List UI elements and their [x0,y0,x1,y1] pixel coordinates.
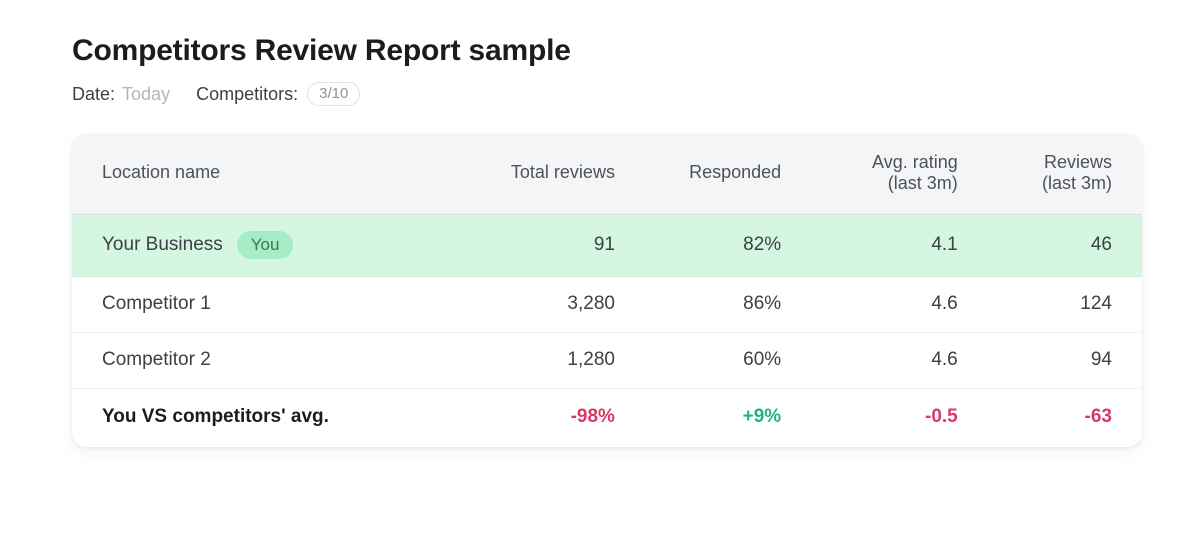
column-header-total-reviews[interactable]: Total reviews [445,133,633,215]
summary-total-reviews-delta: -98% [570,405,615,427]
cell-location-name: Competitor 1 [72,276,446,333]
table-row[interactable]: Competitor 1 3,280 86% 4.6 124 [72,276,1142,333]
competitors-count-badge[interactable]: 3/10 [307,81,361,106]
table-header: Location name Total reviews Responded Av… [72,133,1142,215]
cell-reviews-recent: 94 [975,332,1142,389]
meta-date: Date: Today [72,85,170,103]
date-value[interactable]: Today [122,85,170,103]
cell-reviews-recent: 124 [975,276,1142,333]
you-badge: You [236,230,294,259]
column-header-reviews-recent-line2: (last 3m) [1041,172,1112,193]
table-row[interactable]: Your Business You 91 82% 4.1 46 [72,214,1142,277]
column-header-reviews-recent-line1: Reviews [1043,151,1112,172]
column-header-reviews-recent[interactable]: Reviews (last 3m) [975,133,1142,215]
cell-reviews-recent: 46 [975,214,1142,277]
report-meta: Date: Today Competitors: 3/10 [72,81,1144,106]
summary-avg-rating-delta: -0.5 [925,405,958,427]
column-header-avg-rating-line2: (last 3m) [887,172,958,193]
date-label: Date: [72,83,116,104]
cell-avg-rating: 4.1 [799,214,976,277]
page-title: Competitors Review Report sample [72,34,571,67]
summary-responded-delta: +9% [742,405,782,427]
report-page: Competitors Review Report sample Date: T… [0,0,1194,534]
meta-competitors: Competitors: 3/10 [196,81,361,106]
cell-total-reviews: 3,280 [445,276,633,333]
cell-location-name: Competitor 2 [72,332,446,389]
cell-avg-rating: 4.6 [799,332,976,389]
summary-reviews-recent-delta: -63 [1084,405,1112,427]
table-summary-row: You VS competitors' avg. -98% +9% -0.5 -… [72,388,1142,447]
report-table-card: Location name Total reviews Responded Av… [72,133,1142,447]
column-header-responded[interactable]: Responded [632,133,800,215]
column-header-location-name[interactable]: Location name [72,133,446,215]
cell-avg-rating: 4.6 [799,276,976,333]
column-header-avg-rating-line1: Avg. rating [872,151,958,172]
cell-location-name: Your Business You [72,214,446,277]
report-table: Location name Total reviews Responded Av… [72,133,1142,447]
table-row[interactable]: Competitor 2 1,280 60% 4.6 94 [72,332,1142,389]
cell-responded: 82% [632,214,800,277]
cell-total-reviews: 91 [445,214,633,277]
column-header-avg-rating[interactable]: Avg. rating (last 3m) [799,133,976,215]
location-name-text: Your Business [102,233,223,255]
competitors-label: Competitors: [196,83,299,104]
cell-total-reviews: 1,280 [445,332,633,389]
cell-responded: 86% [632,276,800,333]
cell-responded: 60% [632,332,800,389]
table-header-row: Location name Total reviews Responded Av… [72,133,1142,215]
summary-label: You VS competitors' avg. [102,405,329,427]
table-body: Your Business You 91 82% 4.1 46 Competit… [72,214,1142,447]
